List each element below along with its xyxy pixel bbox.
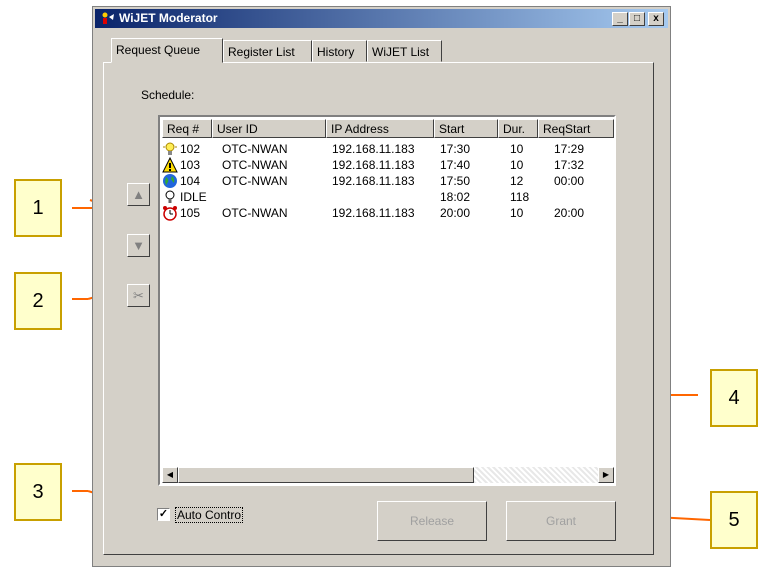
req-start: 17:29 [554,142,585,156]
idle-bulb-icon [165,190,175,203]
horizontal-scrollbar[interactable]: ◀ ▶ [162,467,614,483]
start-time: 18:02 [440,190,471,204]
callout-5: 5 [710,491,758,549]
app-icon [102,12,114,24]
schedule-label: Schedule: [141,88,195,102]
req-start: 17:32 [554,158,585,172]
user-id: OTC-NWAN [222,142,288,156]
close-button[interactable]: x [648,12,664,26]
tab-wijet-list[interactable]: WiJET List [367,40,442,62]
release-button[interactable]: Release [377,501,487,541]
req-start: 00:00 [554,174,585,188]
callout-1: 1 [14,179,62,237]
callout-4: 4 [710,369,758,427]
start-time: 17:50 [440,174,471,188]
req-number: IDLE [180,190,207,204]
callout-2: 2 [14,272,62,330]
move-down-button[interactable]: ▼ [127,234,150,257]
lightbulb-icon [163,142,177,155]
column-header-reqstart[interactable]: ReqStart [538,119,614,138]
user-id: OTC-NWAN [222,206,288,220]
column-header-req[interactable]: Req # [162,119,212,138]
warning-icon [162,157,178,173]
req-number: 104 [180,174,201,188]
column-header-ip-address[interactable]: IP Address [326,119,434,138]
start-time: 17:30 [440,142,471,156]
column-header-user-id[interactable]: User ID [212,119,326,138]
move-up-button[interactable]: ▲ [127,183,150,206]
alarm-clock-icon [163,206,177,221]
minimize-button[interactable]: _ [612,12,628,26]
auto-control-checkbox[interactable]: ✓ [157,508,170,521]
scrollbar-thumb[interactable] [178,467,474,483]
column-header-dur[interactable]: Dur. [498,119,538,138]
user-id: OTC-NWAN [222,158,288,172]
maximize-button[interactable]: □ [629,12,645,26]
globe-icon [163,174,177,188]
auto-control-label[interactable]: Auto Contro [175,507,244,523]
tab-register-list[interactable]: Register List [223,40,312,62]
duration: 12 [510,174,524,188]
tab-history[interactable]: History [312,40,367,62]
scrollbar-track[interactable] [474,467,598,483]
tab-request-queue[interactable]: Request Queue [111,38,223,63]
ip-address: 192.168.11.183 [332,206,415,220]
scroll-left-button[interactable]: ◀ [162,467,178,483]
req-number: 103 [180,158,201,172]
cut-button[interactable]: ✂ [127,284,150,307]
start-time: 17:40 [440,158,471,172]
req-number: 105 [180,206,201,220]
ip-address: 192.168.11.183 [332,174,415,188]
ip-address: 192.168.11.183 [332,142,415,156]
duration: 118 [510,190,530,204]
schedule-list[interactable]: Req # User ID IP Address Start Dur. ReqS… [158,115,616,486]
duration: 10 [510,158,524,172]
user-id: OTC-NWAN [222,174,288,188]
column-header-start[interactable]: Start [434,119,498,138]
title-bar[interactable]: WiJET Moderator _ □ x [95,9,668,28]
window-title: WiJET Moderator [119,11,218,25]
scroll-right-button[interactable]: ▶ [598,467,614,483]
grant-button[interactable]: Grant [506,501,616,541]
duration: 10 [510,206,524,220]
ip-address: 192.168.11.183 [332,158,415,172]
duration: 10 [510,142,524,156]
start-time: 20:00 [440,206,471,220]
req-start: 20:00 [554,206,585,220]
callout-3: 3 [14,463,62,521]
req-number: 102 [180,142,201,156]
